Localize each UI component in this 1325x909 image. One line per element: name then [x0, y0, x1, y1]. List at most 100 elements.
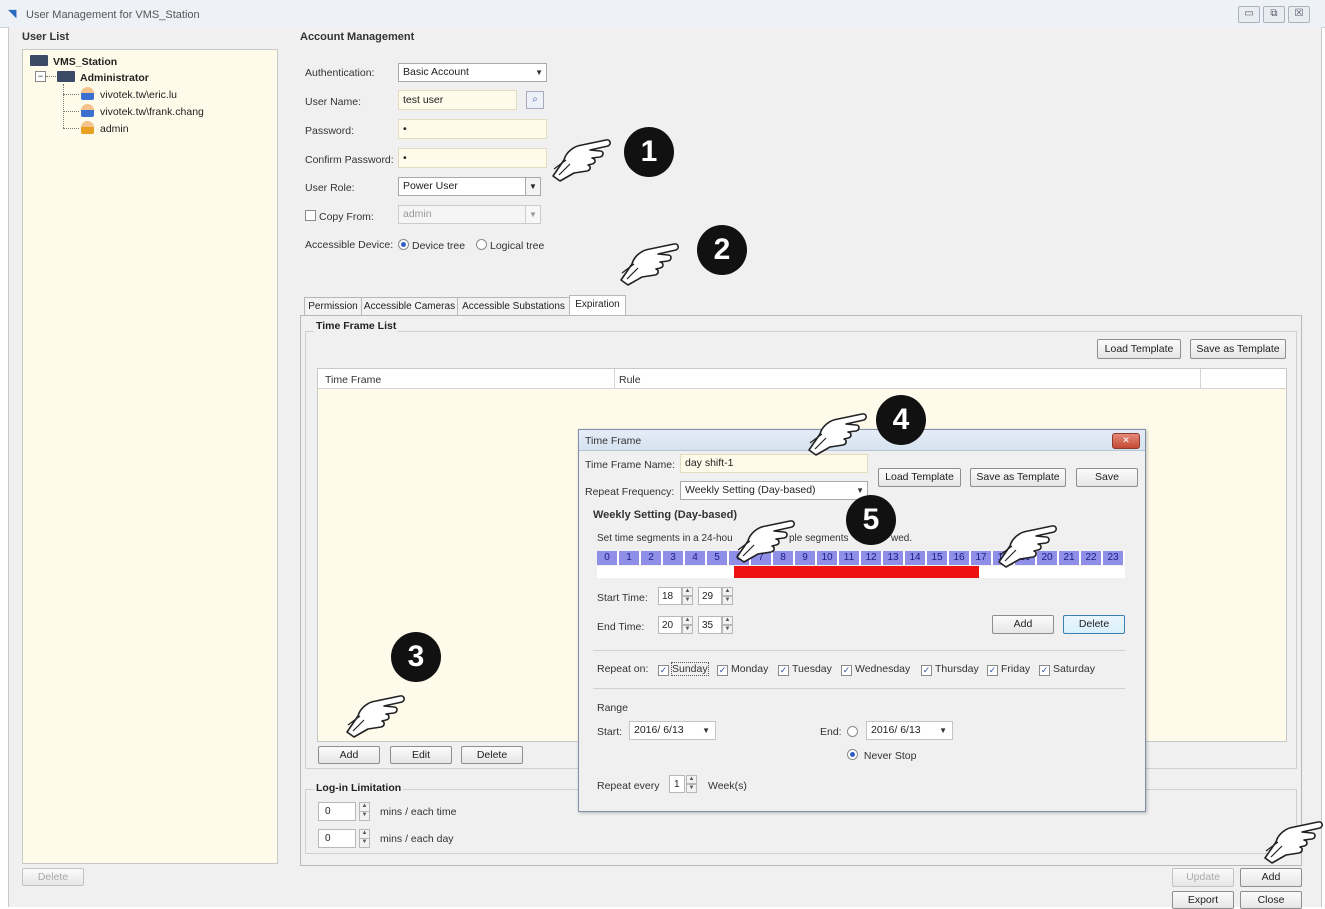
delete-user-button[interactable]: Delete — [22, 868, 84, 886]
logical-tree-radio[interactable] — [476, 239, 487, 250]
end-hour-input[interactable]: 20 — [658, 616, 682, 634]
export-button[interactable]: Export — [1172, 891, 1234, 909]
update-button[interactable]: Update — [1172, 868, 1234, 887]
load-template-button[interactable]: Load Template — [1097, 339, 1181, 359]
check-icon[interactable]: ✓ — [841, 665, 852, 676]
spin-down-icon[interactable]: ▼ — [722, 596, 733, 605]
search-icon[interactable]: ⌕ — [526, 91, 544, 109]
repeat-day-option[interactable]: ✓ Thursday — [921, 663, 979, 676]
start-date-picker[interactable]: 2016/ 6/13 ▼ — [629, 721, 716, 740]
spin-up-icon[interactable]: ▲ — [682, 587, 693, 596]
copy-from-checkbox[interactable] — [305, 210, 316, 221]
each-time-input[interactable]: 0 — [318, 802, 356, 821]
end-date-radio[interactable] — [847, 726, 858, 737]
repeat-day-option[interactable]: ✓ Sunday — [658, 662, 709, 676]
hour-cell[interactable]: 23 — [1103, 551, 1125, 565]
device-tree-radio[interactable] — [398, 239, 409, 250]
repeat-day-option[interactable]: ✓ Tuesday — [778, 663, 832, 676]
selected-time-segment[interactable] — [734, 566, 979, 578]
hour-cell[interactable]: 13 — [883, 551, 905, 565]
hour-cell[interactable]: 16 — [949, 551, 971, 565]
tree-user[interactable]: admin — [81, 121, 129, 135]
close-button[interactable]: Close — [1240, 891, 1302, 909]
delete-time-frame-button[interactable]: Delete — [461, 746, 523, 764]
collapse-icon[interactable]: − — [35, 71, 46, 82]
close-icon[interactable]: ☒ — [1288, 6, 1310, 23]
tree-user[interactable]: vivotek.tw\frank.chang — [81, 104, 204, 118]
spin-down-icon[interactable]: ▼ — [682, 596, 693, 605]
spin-up-icon[interactable]: ▲ — [722, 587, 733, 596]
authentication-select[interactable]: Basic Account ▼ — [398, 63, 547, 82]
add-time-frame-button[interactable]: Add — [318, 746, 380, 764]
copy-from-option[interactable]: Copy From: — [305, 210, 374, 223]
tab-permission[interactable]: Permission — [304, 297, 362, 316]
tree-user[interactable]: vivotek.tw\eric.lu — [81, 87, 177, 101]
repeat-day-option[interactable]: ✓ Friday — [987, 663, 1030, 676]
hour-cell[interactable]: 9 — [795, 551, 817, 565]
dialog-save-button[interactable]: Save — [1076, 468, 1138, 487]
column-header-rule[interactable]: Rule — [619, 374, 641, 386]
repeat-every-input[interactable]: 1 — [669, 775, 685, 793]
add-user-button[interactable]: Add — [1240, 868, 1302, 887]
confirm-password-field[interactable]: • — [398, 148, 547, 168]
copy-from-select[interactable]: admin ▼ — [398, 205, 541, 224]
repeat-day-option[interactable]: ✓ Monday — [717, 663, 768, 676]
spin-up-icon[interactable]: ▲ — [682, 616, 693, 625]
hour-cell[interactable]: 5 — [707, 551, 729, 565]
hour-cell[interactable]: 12 — [861, 551, 883, 565]
repeat-day-option[interactable]: ✓ Saturday — [1039, 663, 1095, 676]
edit-time-frame-button[interactable]: Edit — [390, 746, 452, 764]
repeat-day-option[interactable]: ✓ Wednesday — [841, 663, 910, 676]
delete-segment-button[interactable]: Delete — [1063, 615, 1125, 634]
start-minute-input[interactable]: 29 — [698, 587, 722, 605]
spin-down-icon[interactable]: ▼ — [359, 811, 370, 821]
tree-group[interactable]: Administrator — [57, 71, 149, 84]
dialog-close-icon[interactable]: ✕ — [1112, 433, 1140, 449]
username-field[interactable]: test user — [398, 90, 517, 110]
end-date-picker[interactable]: 2016/ 6/13 ▼ — [866, 721, 953, 740]
hour-cell[interactable]: 4 — [685, 551, 707, 565]
spin-down-icon[interactable]: ▼ — [686, 784, 697, 793]
tab-accessible-cameras[interactable]: Accessible Cameras — [361, 297, 458, 316]
repeat-frequency-select[interactable]: Weekly Setting (Day-based) ▼ — [680, 481, 868, 500]
password-field[interactable]: • — [398, 119, 547, 139]
check-icon[interactable]: ✓ — [987, 665, 998, 676]
check-icon[interactable]: ✓ — [658, 665, 669, 676]
spin-up-icon[interactable]: ▲ — [686, 775, 697, 784]
hour-cell[interactable]: 21 — [1059, 551, 1081, 565]
spin-down-icon[interactable]: ▼ — [359, 838, 370, 848]
check-icon[interactable]: ✓ — [1039, 665, 1050, 676]
hour-cell[interactable]: 0 — [597, 551, 619, 565]
spin-down-icon[interactable]: ▼ — [722, 625, 733, 634]
tree-root[interactable]: VMS_Station — [30, 55, 117, 68]
hour-cell[interactable]: 1 — [619, 551, 641, 565]
end-minute-input[interactable]: 35 — [698, 616, 722, 634]
hour-cell[interactable]: 11 — [839, 551, 861, 565]
hour-cell[interactable]: 17 — [971, 551, 993, 565]
end-date-option[interactable] — [847, 726, 861, 739]
spin-up-icon[interactable]: ▲ — [722, 616, 733, 625]
restore-icon[interactable]: ⧉ — [1263, 6, 1285, 23]
hour-cell[interactable]: 14 — [905, 551, 927, 565]
minimize-icon[interactable]: ▭ — [1238, 6, 1260, 23]
dialog-load-template-button[interactable]: Load Template — [878, 468, 961, 487]
hour-cell[interactable]: 3 — [663, 551, 685, 565]
tab-expiration[interactable]: Expiration — [569, 295, 626, 316]
spin-down-icon[interactable]: ▼ — [682, 625, 693, 634]
save-as-template-button[interactable]: Save as Template — [1190, 339, 1286, 359]
never-stop-option[interactable]: Never Stop — [847, 749, 916, 762]
check-icon[interactable]: ✓ — [778, 665, 789, 676]
column-header-time-frame[interactable]: Time Frame — [325, 374, 381, 386]
hour-cell[interactable]: 2 — [641, 551, 663, 565]
user-role-select[interactable]: Power User ▼ — [398, 177, 541, 196]
each-day-input[interactable]: 0 — [318, 829, 356, 848]
never-stop-radio[interactable] — [847, 749, 858, 760]
start-hour-input[interactable]: 18 — [658, 587, 682, 605]
hour-cell[interactable]: 10 — [817, 551, 839, 565]
logical-tree-option[interactable]: Logical tree — [476, 239, 544, 252]
time-frame-name-field[interactable]: day shift-1 — [680, 454, 868, 473]
hour-cell[interactable]: 22 — [1081, 551, 1103, 565]
check-icon[interactable]: ✓ — [921, 665, 932, 676]
hour-cell[interactable]: 15 — [927, 551, 949, 565]
tab-accessible-substations[interactable]: Accessible Substations — [457, 297, 570, 316]
